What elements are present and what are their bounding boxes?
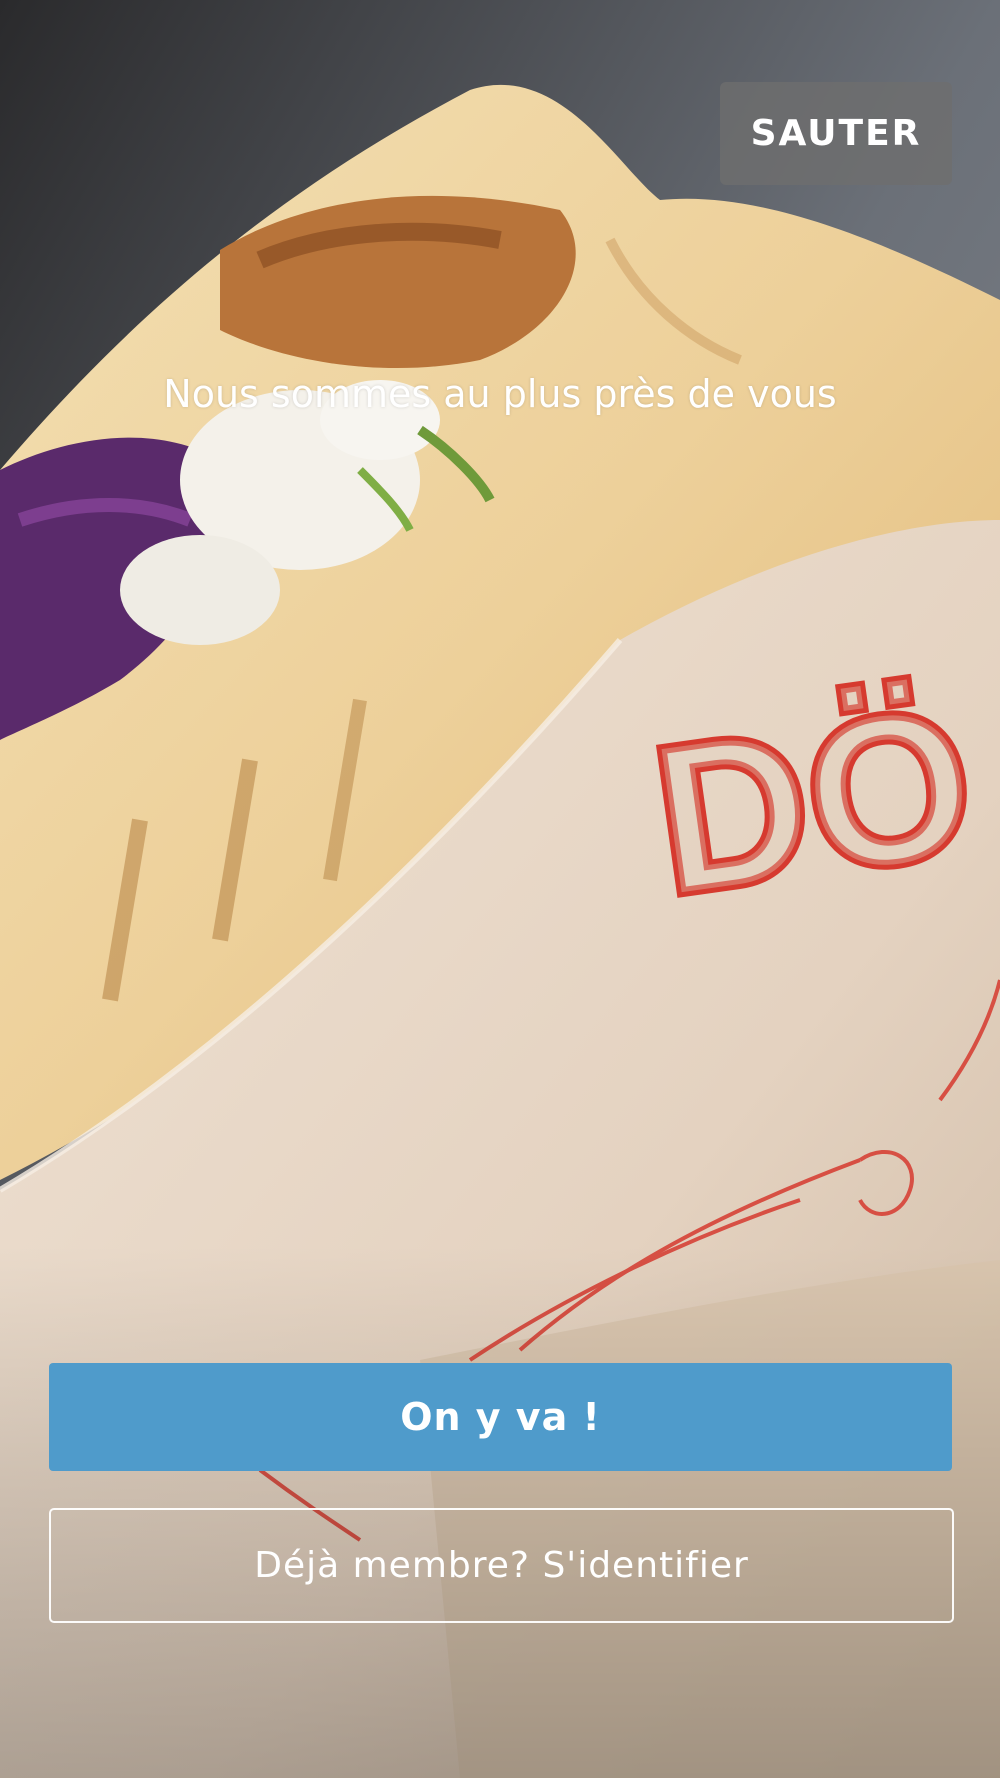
sign-in-button[interactable]: Déjà membre? S'identifier xyxy=(49,1508,954,1623)
onboarding-screen: DÖ DÖ SAUTER Nous sommes au plus près de… xyxy=(0,0,1000,1778)
tagline-text: Nous sommes au plus près de vous xyxy=(163,372,837,416)
skip-button[interactable]: SAUTER xyxy=(720,82,952,185)
get-started-button[interactable]: On y va ! xyxy=(49,1363,952,1471)
